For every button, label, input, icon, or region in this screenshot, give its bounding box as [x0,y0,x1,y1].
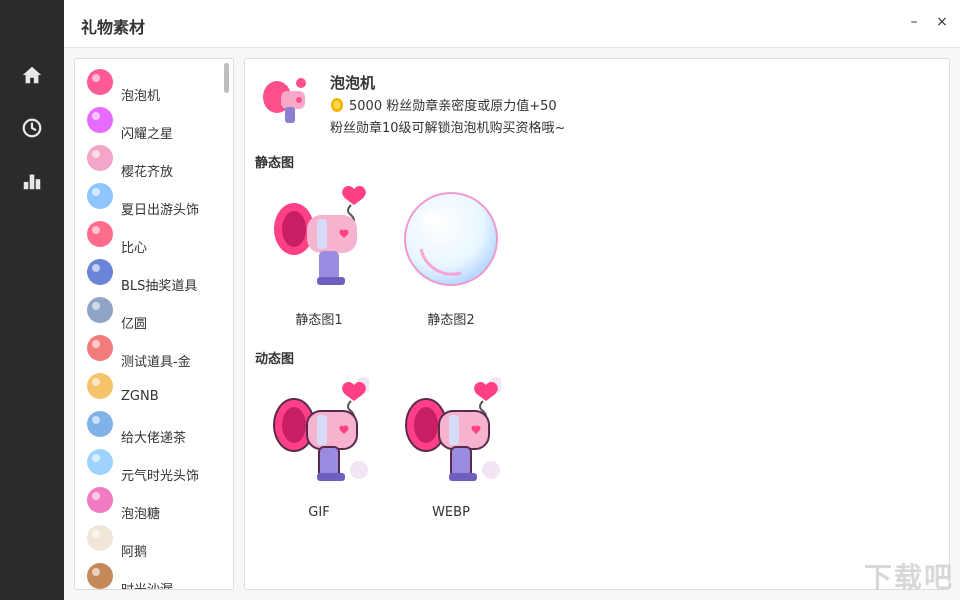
gift-thumbnail [87,107,113,133]
gift-price: 5000 粉丝勋章亲密度或原力值+50 [330,95,557,114]
scrollbar-thumb[interactable] [224,63,229,93]
gift-thumbnail [87,373,113,399]
bubble-machine-thumbnail [263,78,306,123]
gift-list-item[interactable]: ZGNB [75,369,233,407]
static-image-1[interactable]: 静态图1 [259,179,379,329]
gift-list-item[interactable]: 元气时光头饰 [75,445,233,484]
gift-list-item-label: BLS抽奖道具 [121,279,198,294]
gift-list-item-label: 闪耀之星 [121,127,174,142]
static-image-2[interactable]: 静态图2 [391,179,511,329]
gift-thumbnail [87,449,113,475]
gift-list-item-label: ZGNB [121,389,159,404]
gift-list-item-label: 泡泡机 [121,89,161,104]
gift-thumbnail [87,221,113,247]
gift-list-item[interactable]: BLS抽奖道具 [75,255,233,294]
webp-caption: WEBP [432,505,470,520]
gift-thumbnail [87,563,113,589]
gift-thumbnail [87,297,113,323]
static-section-title: 静态图 [255,156,295,171]
gift-list-item-label: 元气时光头饰 [121,469,200,484]
gift-list[interactable]: 泡泡机闪耀之星樱花齐放夏日出游头饰 比心 BLS抽奖道具 亿圆测试道具-金 ZGNB 给大… [74,58,234,590]
gift-list-item[interactable]: 测试道具-金 [75,331,233,370]
gift-list-item[interactable]: 给大佬递茶 [75,407,233,446]
gift-thumbnail [87,411,113,437]
close-button[interactable]: × [932,12,952,32]
stats-button[interactable] [0,163,64,199]
home-button[interactable] [0,57,64,93]
gift-list-item-label: 时光沙漏 [121,579,173,589]
gift-price-text: 5000 粉丝勋章亲密度或原力值+50 [349,99,557,114]
gift-thumbnail [87,335,113,361]
bubble-machine-gif-image [273,377,369,481]
animated-gif[interactable]: GIF [259,375,379,525]
gift-list-item-label: 给大佬递茶 [121,431,187,446]
main-content: 泡泡机闪耀之星樱花齐放夏日出游头饰 比心 BLS抽奖道具 亿圆测试道具-金 ZGNB 给大… [64,48,960,600]
gift-thumbnail [87,145,113,171]
gift-description: 粉丝勋章10级可解锁泡泡机购买资格哦~ [330,121,566,136]
gift-name: 泡泡机 [330,74,376,92]
static-image-2-caption: 静态图2 [427,313,475,328]
static-image-1-caption: 静态图1 [295,313,343,328]
history-button[interactable] [0,110,64,146]
gift-list-item-label: 测试道具-金 [121,355,191,370]
window-title: 礼物素材 [81,18,146,37]
chart-icon [23,174,41,190]
gift-thumbnail [87,259,113,285]
gift-thumbnail [87,69,113,95]
watermark-logo: 下载吧 [863,561,954,594]
gift-list-item[interactable]: 亿圆 [75,293,233,332]
gift-list-item-label: 泡泡糖 [121,507,161,522]
history-icon [22,118,42,138]
gift-thumbnail [87,487,113,513]
animated-webp[interactable]: WEBP [391,375,511,525]
title-bar: 礼物素材 – × [64,0,960,48]
gift-list-item[interactable]: 时光沙漏 [75,559,233,589]
gift-list-item-label: 亿圆 [121,317,148,332]
gift-list-item[interactable]: 泡泡糖 [75,483,233,522]
gift-list-item[interactable]: 泡泡机 [75,65,233,104]
gift-list-item-label: 比心 [121,241,148,256]
home-icon [22,66,42,84]
gift-detail: 泡泡机 5000 粉丝勋章亲密度或原力值+50 粉丝勋章10级可解锁泡泡机购买资… [244,58,950,590]
coin-icon [331,97,343,112]
gift-list-item[interactable]: 樱花齐放 [75,141,233,180]
bubble-machine-webp-image [405,377,501,481]
gift-list-item-label: 阿鹅 [121,545,148,560]
minimize-button[interactable]: – [904,12,924,32]
gift-list-items: 泡泡机闪耀之星樱花齐放夏日出游头饰 比心 BLS抽奖道具 亿圆测试道具-金 ZGNB 给大… [75,65,233,589]
gift-list-item[interactable]: 阿鹅 [75,521,233,560]
left-rail [0,0,64,600]
bubble-machine-image [274,186,366,285]
gift-list-item[interactable]: 夏日出游头饰 [75,179,233,218]
gift-list-item-label: 樱花齐放 [121,165,174,180]
gif-caption: GIF [308,505,330,520]
gift-thumbnail [87,525,113,551]
animated-section-title: 动态图 [255,352,295,367]
gift-thumbnail [87,183,113,209]
gift-list-item[interactable]: 比心 [75,217,233,256]
gift-list-item[interactable]: 闪耀之星 [75,103,233,142]
gift-list-item-label: 夏日出游头饰 [121,203,200,218]
bubble-image [404,192,498,286]
